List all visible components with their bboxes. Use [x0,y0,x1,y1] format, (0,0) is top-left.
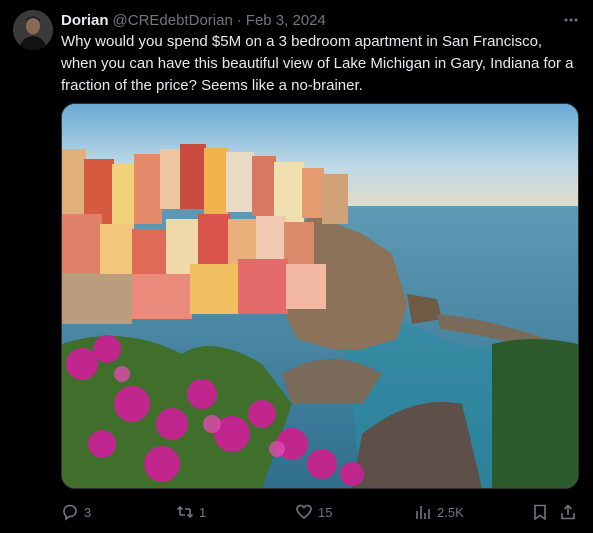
avatar-portrait [13,10,53,50]
reply-icon [61,503,79,521]
like-icon [295,503,313,521]
tweet-actions: 3 1 15 2.5K [61,500,581,524]
repost-button[interactable]: 1 [176,500,206,524]
bookmark-button[interactable] [531,500,549,524]
reply-button[interactable]: 3 [61,500,91,524]
like-button[interactable]: 15 [295,500,332,524]
more-options-icon[interactable] [561,10,581,30]
repost-icon [176,503,194,521]
header-separator: · [236,11,242,29]
avatar[interactable] [13,10,53,50]
village-buildings [62,144,348,324]
author-handle[interactable]: @CREdebtDorian [113,12,233,29]
like-count: 15 [318,504,333,520]
views-count: 2.5K [437,504,464,520]
coastal-village-photo [62,104,578,488]
reply-count: 3 [84,504,92,520]
post-date[interactable]: Feb 3, 2024 [246,12,326,29]
tweet-text: Why would you spend $5M on a 3 bedroom a… [61,33,574,94]
bookmark-icon [531,503,549,521]
share-icon [559,503,577,521]
share-button[interactable] [559,500,577,524]
views-button[interactable]: 2.5K [414,500,464,524]
author-name[interactable]: Dorian [61,12,109,29]
views-icon [414,503,432,521]
repost-count: 1 [199,504,207,520]
tweet-header: Dorian @CREdebtDorian · Feb 3, 2024 [61,10,581,30]
tweet-image[interactable] [61,103,579,489]
